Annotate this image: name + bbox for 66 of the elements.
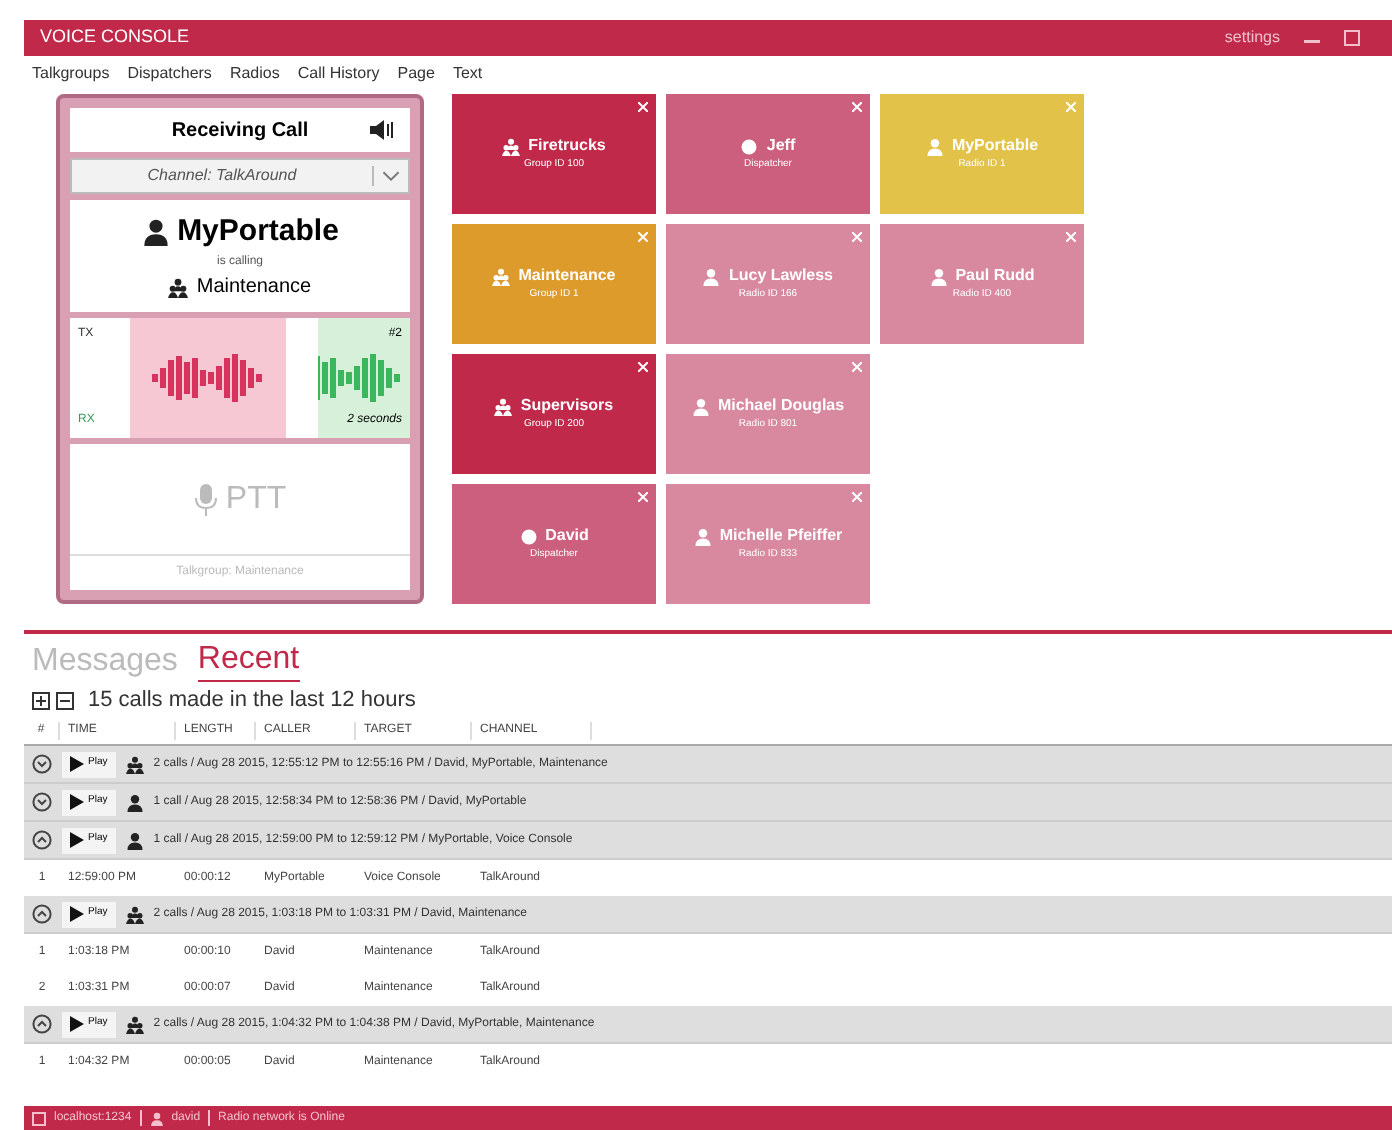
group-icon	[502, 137, 521, 156]
person-icon	[925, 137, 944, 156]
caller-name: MyPortable	[177, 211, 339, 252]
window-title: VOICE CONSOLE	[40, 24, 190, 51]
collapse-all-icon[interactable]	[56, 691, 74, 709]
tile-name: Michelle Pfeiffer	[719, 524, 843, 548]
person-icon	[691, 397, 710, 416]
expand-icon[interactable]	[32, 754, 52, 774]
speaker-icon[interactable]	[370, 120, 394, 140]
group-icon	[125, 905, 144, 923]
rx-waveform	[318, 348, 402, 408]
group-icon	[494, 397, 513, 416]
summary-text: 15 calls made in the last 12 hours	[88, 685, 416, 716]
user-icon	[149, 1111, 164, 1125]
person-icon	[141, 218, 170, 246]
person-icon	[702, 267, 721, 286]
tile-name: David	[545, 524, 589, 548]
maximize-icon[interactable]	[1344, 30, 1360, 46]
tile-name: Michael Douglas	[717, 394, 845, 418]
group-icon	[168, 277, 189, 298]
tile-name: Jeff	[766, 134, 796, 158]
close-icon[interactable]	[852, 362, 862, 372]
person-icon	[125, 793, 144, 811]
menu-item[interactable]: Talkgroups	[32, 61, 110, 85]
collapse-icon[interactable]	[32, 830, 52, 850]
menu-item[interactable]: Page	[397, 61, 435, 85]
menu-item[interactable]: Dispatchers	[127, 61, 212, 85]
group-icon	[125, 755, 144, 773]
close-icon[interactable]	[852, 232, 862, 242]
play-icon	[70, 906, 84, 922]
close-icon[interactable]	[852, 492, 862, 502]
target-name: Maintenance	[196, 274, 312, 303]
close-icon[interactable]	[852, 102, 862, 112]
menu-item[interactable]: Radios	[229, 61, 280, 85]
channel-select[interactable]: Channel: TalkAround	[70, 158, 410, 194]
microphone-icon	[193, 483, 218, 515]
close-icon[interactable]	[638, 492, 648, 502]
group-icon	[492, 267, 511, 286]
collapse-icon[interactable]	[32, 1014, 52, 1034]
expand-icon[interactable]	[32, 792, 52, 812]
play-icon	[70, 1016, 84, 1032]
tile-name: Supervisors	[520, 394, 614, 419]
expand-all-icon[interactable]	[32, 691, 50, 709]
tile-name: Lucy Lawless	[728, 264, 834, 288]
close-icon[interactable]	[638, 362, 648, 372]
settings-link[interactable]: settings	[1224, 26, 1280, 50]
menu-item[interactable]: Text	[452, 61, 483, 85]
play-icon	[70, 794, 84, 810]
close-icon[interactable]	[638, 102, 648, 112]
play-icon	[70, 832, 84, 848]
tile-name: Paul Rudd	[955, 264, 1035, 288]
collapse-icon[interactable]	[32, 904, 52, 924]
channel-label: Channel: TalkAround	[145, 164, 299, 188]
group-icon	[125, 1015, 144, 1033]
tile-name: MyPortable	[951, 134, 1039, 158]
person-icon	[929, 267, 948, 286]
call-status: Receiving Call	[171, 117, 309, 145]
tab[interactable]: Recent	[197, 640, 300, 682]
tx-waveform	[152, 348, 264, 408]
tile-name: Firetrucks	[528, 134, 606, 159]
person-icon	[693, 527, 712, 546]
menu-item[interactable]: Call History	[297, 61, 380, 85]
close-icon[interactable]	[1066, 232, 1076, 242]
person-icon	[125, 831, 144, 849]
play-icon	[70, 756, 84, 772]
tile-name: Maintenance	[518, 264, 616, 289]
